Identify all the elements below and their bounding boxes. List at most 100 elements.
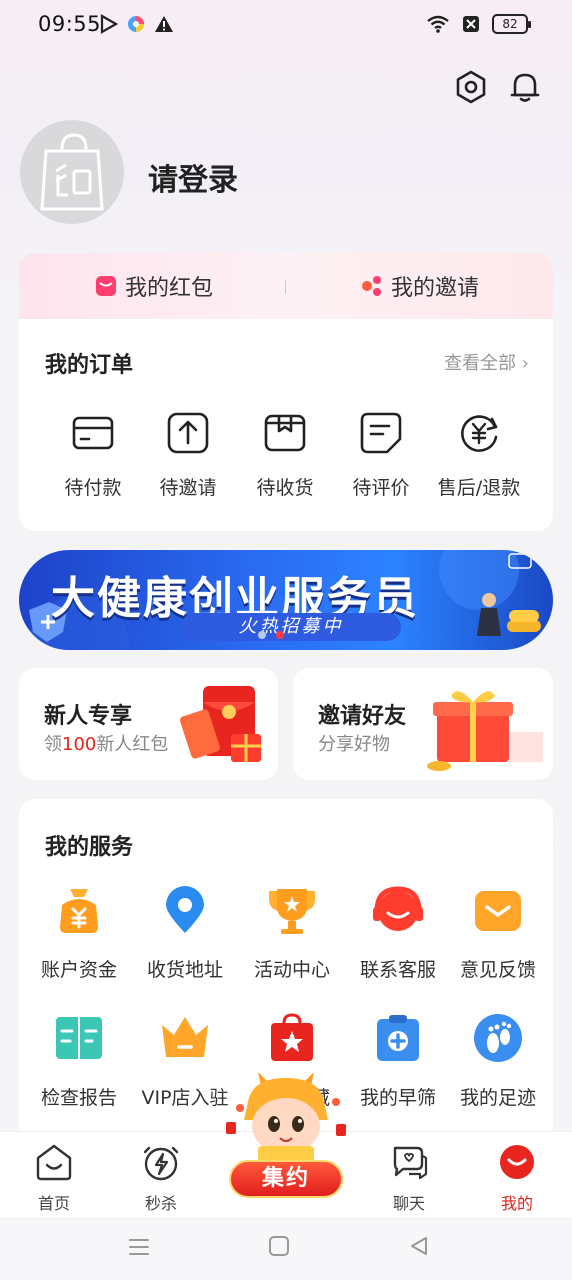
- service-footprints[interactable]: 我的足迹: [445, 1011, 551, 1110]
- card-icon: [72, 416, 114, 450]
- service-check-report[interactable]: 检查报告: [26, 1011, 132, 1110]
- shopping-bag-placeholder-icon: [40, 133, 104, 211]
- favorite-bag-icon: [271, 1013, 313, 1061]
- order-pending-receipt[interactable]: 待收货: [237, 411, 333, 500]
- wallet-divider: [285, 280, 286, 294]
- service-label: 账户资金: [40, 959, 117, 981]
- back-icon[interactable]: [408, 1235, 430, 1257]
- nav-label: 首页: [37, 1194, 70, 1213]
- promo-title: 邀请好友: [318, 704, 407, 729]
- warning-icon: [155, 16, 173, 32]
- notification-icons: [100, 14, 174, 34]
- mail-icon: [475, 891, 521, 931]
- view-all-orders-link[interactable]: 查看全部 ›: [444, 349, 529, 375]
- battery-indicator: 82: [492, 14, 531, 34]
- nav-chat[interactable]: 聊天: [369, 1142, 449, 1214]
- service-early-screening[interactable]: 我的早筛: [345, 1011, 451, 1110]
- promo-subtitle: 领100新人红包: [44, 734, 169, 755]
- invite-label: 我的邀请: [391, 276, 480, 301]
- money-bag-icon: [60, 889, 98, 933]
- status-time: 09:55: [38, 12, 102, 36]
- red-packet-icon: [96, 276, 116, 296]
- flash-sale-icon: [143, 1146, 179, 1181]
- app-notification-icon: [128, 16, 144, 32]
- order-label: 待收货: [256, 477, 314, 499]
- chevron-right-icon: ›: [521, 353, 529, 374]
- red-envelope-gift-icon: [179, 686, 261, 762]
- avatar[interactable]: [20, 120, 124, 224]
- profile-icon: [500, 1145, 534, 1179]
- login-prompt[interactable]: 请登录: [148, 155, 238, 199]
- order-after-sales[interactable]: 售后/退款: [429, 411, 529, 500]
- services-title: 我的服务: [45, 835, 134, 860]
- menu-icon[interactable]: [128, 1237, 150, 1257]
- service-label: 我的足迹: [459, 1087, 536, 1109]
- promo-amount: 100: [62, 734, 97, 755]
- home-square-icon[interactable]: [268, 1235, 290, 1257]
- service-label: 意见反馈: [459, 959, 536, 981]
- new-user-promo-card[interactable]: 新人专享 领100新人红包: [19, 668, 278, 780]
- banner-pagination: [258, 631, 284, 639]
- service-label: 收货地址: [146, 959, 223, 981]
- footprint-icon: [474, 1014, 522, 1062]
- service-label: 检查报告: [40, 1087, 117, 1109]
- invite-friends-promo-card[interactable]: 邀请好友 分享好物: [293, 668, 553, 780]
- system-navigation-bar: [0, 1217, 572, 1280]
- share-icon: [362, 276, 381, 296]
- report-icon: [56, 1017, 102, 1059]
- wifi-icon: [427, 15, 449, 33]
- settings-icon[interactable]: [454, 70, 488, 104]
- order-pending-review[interactable]: 待评价: [333, 411, 429, 500]
- order-label: 待邀请: [159, 477, 217, 499]
- my-orders-card: 我的订单 查看全部 › 待付款 待邀请 待收货 待评价 售后/退款: [19, 319, 553, 531]
- recruitment-banner[interactable]: 大健康创业服务员 火热招募中: [19, 550, 553, 650]
- order-label: 售后/退款: [437, 477, 521, 499]
- order-pending-payment[interactable]: 待付款: [45, 411, 141, 500]
- note-icon: [360, 412, 402, 454]
- promo-subtitle: 分享好物: [318, 734, 390, 755]
- play-store-icon: [100, 14, 118, 34]
- refund-icon: [461, 415, 498, 452]
- promo-title: 新人专享: [44, 704, 133, 729]
- nav-profile[interactable]: 我的: [477, 1142, 557, 1214]
- banner-subtitle: 火热招募中: [181, 613, 401, 641]
- view-all-label: 查看全部: [444, 353, 517, 374]
- nav-label: 秒杀: [144, 1194, 177, 1213]
- service-account-funds[interactable]: 账户资金: [26, 883, 132, 982]
- order-label: 待付款: [64, 477, 122, 499]
- no-sim-icon: [463, 16, 479, 32]
- service-feedback[interactable]: 意见反馈: [445, 883, 551, 982]
- orders-title: 我的订单: [45, 353, 134, 378]
- my-invite-button[interactable]: 我的邀请: [361, 253, 479, 319]
- nav-home[interactable]: 首页: [14, 1142, 94, 1214]
- bell-icon[interactable]: [508, 70, 542, 104]
- status-bar: 09:55 82: [0, 0, 572, 52]
- upload-icon: [167, 412, 209, 454]
- service-activity-center[interactable]: 活动中心: [239, 883, 345, 982]
- my-red-packet-button[interactable]: 我的红包: [95, 253, 213, 319]
- red-packet-label: 我的红包: [125, 276, 214, 301]
- order-label: 待评价: [352, 477, 410, 499]
- service-label: 我的早筛: [359, 1087, 436, 1109]
- crown-icon: [162, 1017, 208, 1057]
- jiyue-center-button[interactable]: 集约: [229, 1160, 343, 1198]
- headset-icon: [373, 886, 423, 931]
- service-label: 联系客服: [359, 959, 436, 981]
- nav-label: 聊天: [392, 1194, 425, 1213]
- chat-icon: [393, 1146, 428, 1180]
- service-label: 活动中心: [253, 959, 330, 981]
- pagination-dot-active: [276, 631, 284, 639]
- medical-clipboard-icon: [377, 1015, 419, 1061]
- service-customer-support[interactable]: 联系客服: [345, 883, 451, 982]
- trophy-icon: [269, 889, 315, 934]
- system-status-icons: 82: [426, 14, 531, 34]
- service-shipping-address[interactable]: 收货地址: [132, 883, 238, 982]
- home-icon: [36, 1144, 72, 1181]
- nav-label: 我的: [500, 1194, 533, 1213]
- gift-box-icon: [427, 691, 543, 771]
- wallet-bar: 我的红包 我的邀请: [19, 253, 553, 319]
- order-pending-invite[interactable]: 待邀请: [140, 411, 236, 500]
- pagination-dot: [258, 631, 266, 639]
- box-icon: [264, 414, 306, 452]
- nav-flash-sale[interactable]: 秒杀: [121, 1142, 201, 1214]
